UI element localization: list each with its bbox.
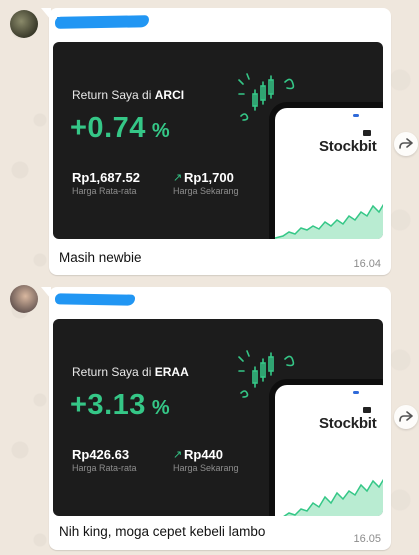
average-price: Rp1,687.52 <box>72 170 140 185</box>
message-bubble[interactable]: Wa Return Saya di ARCI +0.74% Rp1,687.52… <box>41 8 391 275</box>
message-caption: Nih king, moga cepet kebeli lambo <box>59 524 266 539</box>
message-bubble[interactable]: Return Saya di ERAA +3.13% Rp426.63 Harg… <box>41 287 391 550</box>
price-chart <box>275 203 383 239</box>
brand-logo: Stockbit <box>319 415 377 432</box>
message-time: 16.04 <box>353 258 381 270</box>
average-price: Rp426.63 <box>72 447 130 462</box>
message-time: 16.05 <box>353 533 381 545</box>
stockbit-logo-icon <box>363 130 371 136</box>
forward-button[interactable] <box>394 405 418 429</box>
average-price-label: Harga Rata-rata <box>72 463 137 473</box>
phone-notch <box>353 114 359 117</box>
phone-mockup: Stockbit <box>269 379 383 516</box>
up-arrow-icon: ↗ <box>173 449 183 461</box>
return-value: +3.13% <box>70 389 171 421</box>
redaction-scribble <box>54 15 150 29</box>
forward-arrow-icon <box>399 138 413 149</box>
current-price: Rp1,700 <box>184 170 234 185</box>
shared-image[interactable]: Return Saya di ARCI +0.74% Rp1,687.52 Ha… <box>53 42 383 239</box>
up-arrow-icon: ↗ <box>173 172 183 184</box>
current-price-label: Harga Sekarang <box>173 463 239 473</box>
current-price: Rp440 <box>184 447 224 462</box>
phone-mockup: Stockbit <box>269 102 383 239</box>
brand-logo: Stockbit <box>319 138 377 155</box>
forward-arrow-icon <box>399 411 413 422</box>
current-price-label: Harga Sekarang <box>173 186 239 196</box>
average-price-label: Harga Rata-rata <box>72 186 137 196</box>
sender-avatar[interactable] <box>10 10 38 38</box>
price-chart <box>283 478 383 516</box>
redaction-scribble <box>54 293 136 306</box>
return-label: Return Saya di ARCI <box>72 88 185 102</box>
shared-image[interactable]: Return Saya di ERAA +3.13% Rp426.63 Harg… <box>53 319 383 516</box>
return-value: +0.74% <box>70 112 171 144</box>
message-caption: Masih newbie <box>59 250 142 265</box>
sender-avatar[interactable] <box>10 285 38 313</box>
forward-button[interactable] <box>394 132 418 156</box>
return-label: Return Saya di ERAA <box>72 365 189 379</box>
phone-notch <box>353 391 359 394</box>
stockbit-logo-icon <box>363 407 371 413</box>
